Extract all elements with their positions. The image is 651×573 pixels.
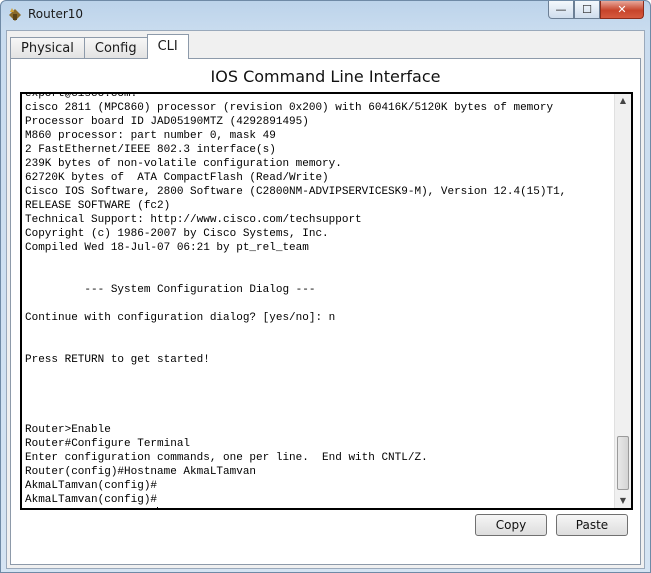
console-line: Router(config)#Hostname AkmaLTamvan (25, 466, 257, 478)
vertical-scrollbar[interactable]: ▲ ▼ (614, 94, 631, 508)
title-bar[interactable]: Router10 — ☐ ✕ (1, 1, 650, 29)
console-line: Technical Support: http://www.cisco.com/… (25, 214, 362, 226)
console-line: Enter configuration commands, one per li… (25, 452, 428, 464)
console-line: AkmaLTamvan(config)# (25, 509, 157, 510)
console-line: Continue with configuration dialog? [yes… (25, 312, 336, 324)
text-cursor (157, 507, 159, 508)
paste-button[interactable]: Paste (556, 514, 628, 536)
console-line: Cisco IOS Software, 2800 Software (C2800… (25, 186, 567, 198)
console-line: 2 FastEthernet/IEEE 802.3 interface(s) (25, 144, 276, 156)
panel-heading: IOS Command Line Interface (210, 67, 441, 86)
cli-panel: IOS Command Line Interface export@cisco.… (10, 58, 641, 565)
console-line: RELEASE SOFTWARE (fc2) (25, 200, 171, 212)
console-line: Router#Configure Terminal (25, 438, 191, 450)
router-icon (9, 8, 21, 21)
cli-console[interactable]: export@cisco.com. cisco 2811 (MPC860) pr… (20, 92, 633, 510)
console-line: AkmaLTamvan(config)# (25, 480, 158, 492)
console-line: Press RETURN to get started! (25, 354, 210, 366)
console-line: 239K bytes of non-volatile configuration… (25, 158, 342, 170)
console-line: --- System Configuration Dialog --- (25, 284, 316, 296)
copy-button[interactable]: Copy (475, 514, 547, 536)
console-line: Copyright (c) 1986-2007 by Cisco Systems… (25, 228, 329, 240)
console-line: Router>Enable (25, 424, 111, 436)
router-window: Router10 — ☐ ✕ Physical Config CLI IOS C… (0, 0, 651, 573)
console-output[interactable]: export@cisco.com. cisco 2811 (MPC860) pr… (25, 92, 610, 510)
console-line: Processor board ID JAD05190MTZ (42928914… (25, 116, 309, 128)
client-area: Physical Config CLI IOS Command Line Int… (6, 30, 645, 569)
tab-bar: Physical Config CLI (10, 33, 189, 59)
console-line: AkmaLTamvan(config)# (25, 494, 158, 506)
window-controls: — ☐ ✕ (548, 1, 644, 21)
window-title: Router10 (28, 7, 84, 21)
console-line: M860 processor: part number 0, mask 49 (25, 130, 276, 142)
scroll-up-icon[interactable]: ▲ (615, 94, 631, 108)
console-line: export@cisco.com. (25, 92, 138, 100)
maximize-button[interactable]: ☐ (574, 1, 600, 19)
tab-physical[interactable]: Physical (10, 37, 85, 59)
scrollbar-thumb[interactable] (617, 436, 629, 490)
console-line: cisco 2811 (MPC860) processor (revision … (25, 102, 554, 114)
scroll-down-icon[interactable]: ▼ (615, 494, 631, 508)
minimize-button[interactable]: — (548, 1, 574, 19)
tab-cli[interactable]: CLI (146, 34, 189, 59)
close-button[interactable]: ✕ (600, 1, 644, 19)
tab-config[interactable]: Config (83, 37, 148, 59)
console-line: Compiled Wed 18-Jul-07 06:21 by pt_rel_t… (25, 242, 309, 254)
console-line: 62720K bytes of ATA CompactFlash (Read/W… (25, 172, 329, 184)
